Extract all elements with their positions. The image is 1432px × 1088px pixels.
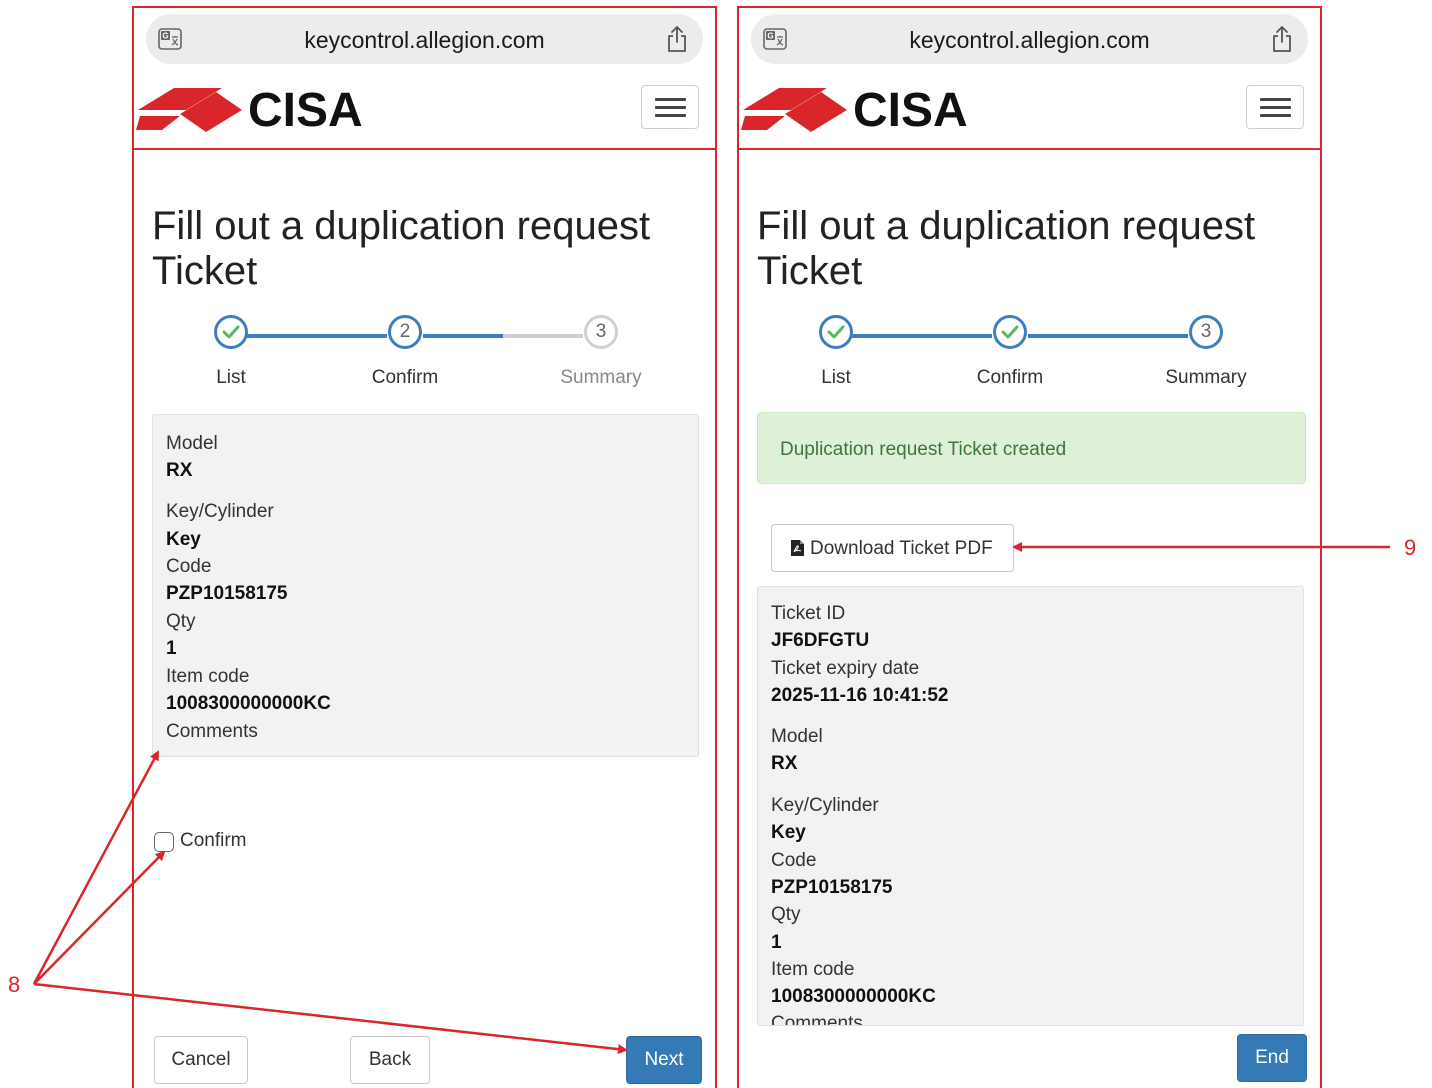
annotation-arrow-card: [32, 750, 160, 985]
annotation-overlay: [32, 542, 1390, 1055]
annotation-number-9: 9: [1404, 535, 1417, 560]
annotation-arrow-next: [33, 982, 628, 1055]
annotation-number-8: 8: [8, 972, 21, 997]
annotation-arrow-checkbox: [33, 850, 166, 985]
